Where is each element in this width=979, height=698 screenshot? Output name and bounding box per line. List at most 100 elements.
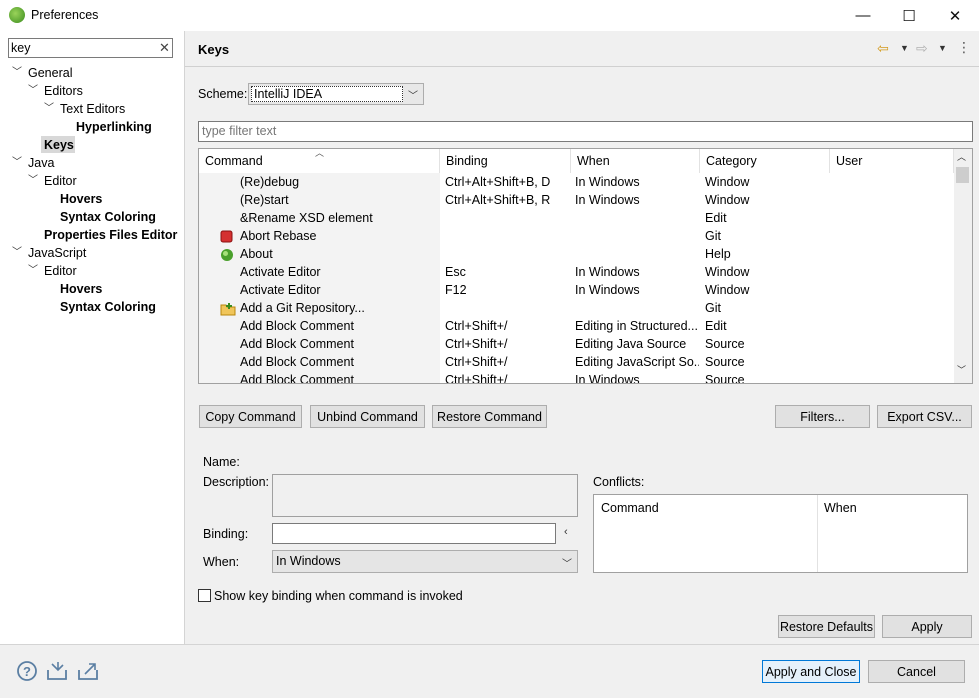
tree-item[interactable]: Keys bbox=[44, 136, 74, 154]
conflicts-column-when[interactable]: When bbox=[824, 501, 857, 515]
description-label: Description: bbox=[203, 475, 269, 489]
table-row[interactable]: &Rename XSD element Edit bbox=[199, 209, 955, 227]
tree-expand-icon[interactable]: ﹀ bbox=[12, 64, 22, 82]
clear-filter-icon[interactable]: ✕ bbox=[159, 40, 170, 56]
chevron-down-icon: ﹀ bbox=[562, 559, 572, 570]
column-header-command[interactable]: Command ︿ bbox=[199, 149, 440, 173]
scheme-value[interactable]: IntelliJ IDEA bbox=[251, 86, 403, 102]
tree-expand-icon[interactable]: ﹀ bbox=[28, 172, 38, 190]
key-assist-icon[interactable]: ‹ bbox=[564, 526, 568, 538]
cell-binding: Ctrl+Shift+/ bbox=[445, 373, 508, 384]
scroll-up-icon[interactable]: ︿ bbox=[957, 150, 966, 163]
conflicts-table[interactable]: Command When bbox=[593, 494, 968, 573]
export-icon[interactable] bbox=[77, 660, 99, 682]
command-filter-input[interactable] bbox=[202, 123, 962, 139]
cell-when: In Windows bbox=[575, 193, 640, 207]
cell-when bbox=[575, 209, 699, 227]
name-label: Name: bbox=[203, 455, 240, 469]
cell-command: Add a Git Repository... bbox=[240, 301, 365, 315]
filters-button[interactable]: Filters... bbox=[775, 405, 870, 428]
apply-button[interactable]: Apply bbox=[882, 615, 972, 638]
tree-expand-icon[interactable]: ﹀ bbox=[28, 262, 38, 280]
show-keybinding-label[interactable]: Show key binding when command is invoked bbox=[214, 589, 463, 603]
tree-item[interactable]: Editor bbox=[44, 262, 77, 280]
table-row[interactable]: Add Block Comment Ctrl+Shift+/ In Windows S… bbox=[199, 371, 955, 384]
copy-command-button[interactable]: Copy Command bbox=[199, 405, 302, 428]
cell-category: Edit bbox=[705, 211, 727, 225]
scroll-down-icon[interactable]: ﹀ bbox=[957, 363, 966, 376]
cell-binding bbox=[445, 299, 569, 317]
table-row[interactable]: Activate Editor Esc In Windows Window bbox=[199, 263, 955, 281]
binding-input[interactable] bbox=[272, 523, 556, 544]
table-row[interactable]: Activate Editor F12 In Windows Window bbox=[199, 281, 955, 299]
cell-user bbox=[836, 371, 954, 383]
tree-item[interactable]: JavaScript bbox=[28, 244, 86, 262]
tree-item[interactable]: Syntax Coloring bbox=[60, 298, 156, 316]
table-row[interactable]: (Re)start Ctrl+Alt+Shift+B, R In Windows Wi… bbox=[199, 191, 955, 209]
column-header-category[interactable]: Category bbox=[700, 149, 830, 173]
cell-command: (Re)start bbox=[240, 193, 289, 207]
close-button[interactable]: ✕ bbox=[932, 0, 978, 31]
column-header-user[interactable]: User bbox=[830, 149, 954, 173]
page-title: Keys bbox=[198, 42, 230, 57]
conflicts-label: Conflicts: bbox=[593, 475, 645, 489]
table-row[interactable]: Add Block Comment Ctrl+Shift+/ Editing in … bbox=[199, 317, 955, 335]
tree-item[interactable]: Java bbox=[28, 154, 54, 172]
maximize-button[interactable]: ☐ bbox=[886, 0, 932, 31]
tree-item[interactable]: Text Editors bbox=[60, 100, 125, 118]
conflicts-column-command[interactable]: Command bbox=[601, 501, 659, 515]
back-dropdown-icon[interactable]: ▼ bbox=[900, 43, 909, 53]
cell-category: Window bbox=[705, 265, 750, 279]
import-icon[interactable] bbox=[46, 660, 68, 682]
preference-filter-input[interactable] bbox=[11, 40, 151, 56]
table-row[interactable]: Add a Git Repository... Git bbox=[199, 299, 955, 317]
cancel-button[interactable]: Cancel bbox=[868, 660, 965, 683]
view-menu-icon[interactable]: ⋮ bbox=[957, 39, 971, 56]
unbind-command-button[interactable]: Unbind Command bbox=[310, 405, 425, 428]
cell-user bbox=[836, 281, 954, 299]
column-header-binding[interactable]: Binding bbox=[440, 149, 571, 173]
cell-binding: Ctrl+Shift+/ bbox=[445, 355, 508, 369]
tree-item[interactable]: Editors bbox=[44, 82, 83, 100]
tree-item[interactable]: Properties Files Editor bbox=[44, 226, 177, 244]
chevron-down-icon[interactable]: ﹀ bbox=[408, 87, 418, 102]
cell-user bbox=[836, 209, 954, 227]
minimize-button[interactable]: — bbox=[840, 0, 886, 31]
table-row[interactable]: Abort Rebase Git bbox=[199, 227, 955, 245]
tree-item[interactable]: Hovers bbox=[60, 280, 102, 298]
tree-item[interactable]: Hovers bbox=[60, 190, 102, 208]
export-csv-button[interactable]: Export CSV... bbox=[877, 405, 972, 428]
tree-item[interactable]: Hyperlinking bbox=[76, 118, 152, 136]
tree-item[interactable]: Syntax Coloring bbox=[60, 208, 156, 226]
table-row[interactable]: About Help bbox=[199, 245, 955, 263]
scrollbar-thumb[interactable] bbox=[956, 167, 969, 183]
table-row[interactable]: Add Block Comment Ctrl+Shift+/ Editing Jav… bbox=[199, 353, 955, 371]
restore-command-button[interactable]: Restore Command bbox=[432, 405, 547, 428]
cell-category: Window bbox=[705, 193, 750, 207]
help-icon[interactable]: ? bbox=[16, 660, 38, 682]
description-field bbox=[272, 474, 578, 517]
cell-category: Window bbox=[705, 175, 750, 189]
tree-item[interactable]: Editor bbox=[44, 172, 77, 190]
tree-expand-icon[interactable]: ﹀ bbox=[44, 100, 54, 118]
sort-ascending-icon: ︿ bbox=[315, 148, 325, 158]
back-arrow-icon[interactable]: ⇦ bbox=[877, 40, 889, 57]
forward-dropdown-icon[interactable]: ▼ bbox=[938, 43, 947, 53]
tree-expand-icon[interactable]: ﹀ bbox=[12, 244, 22, 262]
table-row[interactable]: Add Block Comment Ctrl+Shift+/ Editing Jav… bbox=[199, 335, 955, 353]
when-dropdown[interactable]: In Windows ﹀ bbox=[272, 550, 578, 573]
keys-table[interactable]: Command ︿ Binding When Category User (Re… bbox=[198, 148, 973, 384]
table-row[interactable]: (Re)debug Ctrl+Alt+Shift+B, D In Windows Wi… bbox=[199, 173, 955, 191]
restore-defaults-button[interactable]: Restore Defaults bbox=[778, 615, 875, 638]
cell-binding: Ctrl+Shift+/ bbox=[445, 337, 508, 351]
column-header-when[interactable]: When bbox=[571, 149, 700, 173]
tree-item[interactable]: General bbox=[28, 64, 72, 82]
tree-expand-icon[interactable]: ﹀ bbox=[28, 82, 38, 100]
column-divider bbox=[817, 495, 818, 572]
cell-when bbox=[575, 245, 699, 263]
tree-expand-icon[interactable]: ﹀ bbox=[12, 154, 22, 172]
table-vertical-scrollbar[interactable]: ︿ ﹀ bbox=[954, 149, 972, 383]
apply-and-close-button[interactable]: Apply and Close bbox=[762, 660, 860, 683]
cell-command: Add Block Comment bbox=[240, 373, 354, 384]
show-keybinding-checkbox[interactable] bbox=[198, 589, 211, 602]
